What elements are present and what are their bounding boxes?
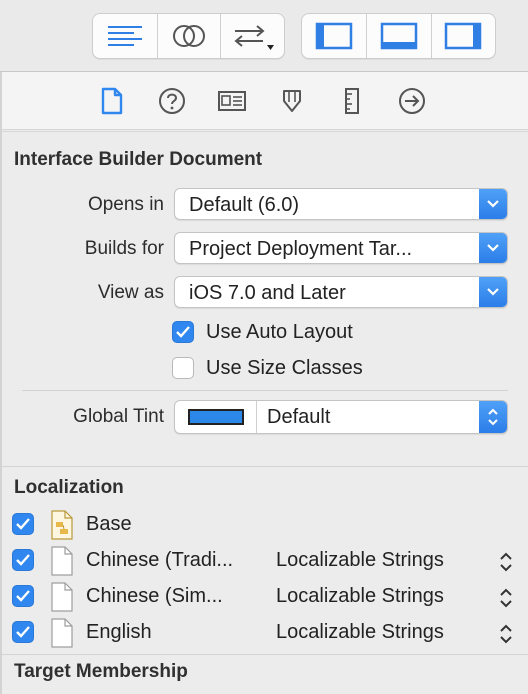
file-inspector-icon — [101, 87, 123, 115]
global-tint-label: Global Tint — [73, 406, 164, 427]
standard-editor-button[interactable] — [93, 14, 157, 58]
toolbar — [0, 0, 528, 72]
file-inspector-tab[interactable] — [97, 86, 127, 116]
size-inspector-tab[interactable] — [337, 86, 367, 116]
up-down-chevron-icon — [479, 401, 507, 433]
up-down-chevron-icon[interactable] — [498, 551, 514, 573]
checkmark-icon — [16, 518, 30, 530]
localization-row-english: English Localizable Strings — [2, 615, 528, 651]
debug-area-toggle-button[interactable] — [366, 14, 430, 58]
attributes-inspector-icon — [283, 90, 301, 112]
size-inspector-icon — [345, 88, 359, 114]
storyboard-file-icon — [51, 510, 73, 540]
use-size-classes-checkbox[interactable] — [172, 357, 194, 379]
strings-file-icon — [51, 582, 73, 612]
builds-for-value: Project Deployment Tar... — [189, 238, 413, 260]
use-size-classes-label: Use Size Classes — [206, 357, 363, 379]
inspector-selector-bar — [0, 72, 528, 130]
version-editor-icon — [234, 25, 274, 50]
attributes-inspector-tab[interactable] — [277, 86, 307, 116]
localization-language-name: Chinese (Sim... — [86, 585, 223, 607]
chevron-down-icon — [479, 233, 507, 263]
editor-segmented-control — [92, 13, 285, 59]
utilities-panel-icon — [445, 22, 482, 50]
checkmark-icon — [16, 626, 30, 638]
localization-file-type[interactable]: Localizable Strings — [276, 549, 444, 572]
tint-color-well[interactable] — [175, 401, 257, 433]
chevron-down-icon — [479, 277, 507, 307]
opens-in-label: Opens in — [87, 194, 164, 215]
global-tint-popup[interactable]: Default — [174, 400, 508, 434]
localization-checkbox[interactable] — [12, 549, 34, 571]
strings-file-icon — [51, 618, 73, 648]
builds-for-label: Builds for — [84, 238, 164, 259]
assistant-editor-icon — [172, 25, 205, 47]
section-title-target-membership: Target Membership — [14, 661, 188, 682]
section-title-ib-document: Interface Builder Document — [14, 149, 263, 170]
quick-help-tab[interactable] — [157, 86, 187, 116]
opens-in-popup[interactable]: Default (6.0) — [174, 188, 508, 220]
section-divider — [22, 390, 508, 391]
connections-inspector-icon — [399, 88, 425, 114]
view-as-popup[interactable]: iOS 7.0 and Later — [174, 276, 508, 308]
localization-checkbox[interactable] — [12, 585, 34, 607]
global-tint-value: Default — [267, 406, 331, 428]
localization-checkbox[interactable] — [12, 513, 34, 535]
localization-checkbox[interactable] — [12, 621, 34, 643]
utilities-toggle-button[interactable] — [430, 14, 495, 58]
checkmark-icon — [16, 554, 30, 566]
checkmark-icon — [16, 590, 30, 602]
localization-language-name: Chinese (Tradi... — [86, 549, 234, 571]
navigator-toggle-button[interactable] — [302, 14, 366, 58]
standard-editor-icon — [107, 26, 142, 46]
localization-language-name: Base — [86, 513, 132, 535]
version-editor-button[interactable] — [220, 14, 284, 58]
chevron-down-icon — [479, 189, 507, 219]
localization-row-base: Base — [2, 507, 528, 543]
builds-for-popup[interactable]: Project Deployment Tar... — [174, 232, 508, 264]
panels-segmented-control — [301, 13, 496, 59]
identity-inspector-tab[interactable] — [217, 86, 247, 116]
interface-builder-document-section: Interface Builder Document Opens in Defa… — [2, 131, 528, 465]
strings-file-icon — [51, 546, 73, 576]
localization-language-name: English — [86, 621, 152, 643]
localization-row-chinese-traditional: Chinese (Tradi... Localizable Strings — [2, 543, 528, 579]
opens-in-value: Default (6.0) — [189, 194, 300, 216]
section-title-localization: Localization — [14, 477, 124, 498]
connections-inspector-tab[interactable] — [397, 86, 427, 116]
navigator-panel-icon — [315, 22, 353, 50]
quick-help-icon — [159, 88, 185, 114]
target-membership-section: Target Membership — [2, 654, 528, 694]
localization-section: Localization Base Chinese (Tradi... Loca… — [2, 466, 528, 654]
checkmark-icon — [176, 326, 190, 338]
view-as-label: View as — [97, 282, 164, 303]
assistant-editor-button[interactable] — [156, 14, 221, 58]
debug-area-icon — [380, 22, 418, 50]
view-as-value: iOS 7.0 and Later — [189, 282, 346, 304]
use-auto-layout-checkbox[interactable] — [172, 321, 194, 343]
use-auto-layout-label: Use Auto Layout — [206, 321, 353, 343]
tint-color-swatch — [187, 409, 244, 425]
localization-file-type[interactable]: Localizable Strings — [276, 585, 444, 608]
up-down-chevron-icon[interactable] — [498, 587, 514, 609]
identity-inspector-icon — [218, 91, 246, 111]
up-down-chevron-icon[interactable] — [498, 623, 514, 645]
localization-file-type[interactable]: Localizable Strings — [276, 621, 444, 644]
localization-row-chinese-simplified: Chinese (Sim... Localizable Strings — [2, 579, 528, 615]
